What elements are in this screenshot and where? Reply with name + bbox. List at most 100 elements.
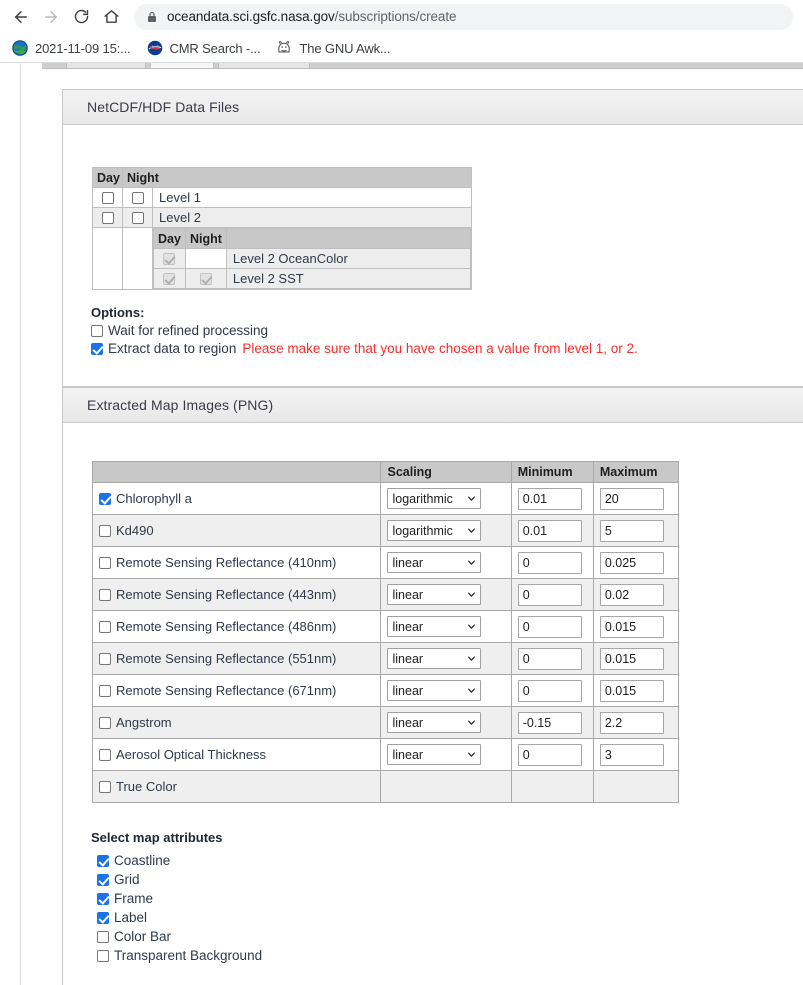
nested-header-row: Day Night <box>153 228 472 249</box>
checkbox-aerosol-optical-thickness[interactable] <box>99 748 111 761</box>
checkbox-chlorophyll-a[interactable] <box>99 492 111 505</box>
input-min-angstrom[interactable] <box>517 711 582 734</box>
checkbox-color-bar[interactable] <box>97 930 109 943</box>
input-min-rrs-443nm[interactable] <box>517 583 582 606</box>
checkbox-kd490[interactable] <box>99 524 111 537</box>
input-min-rrs-671nm[interactable] <box>517 679 582 702</box>
checkbox-grid[interactable] <box>97 873 109 886</box>
cell-scaling: linear <box>380 546 512 579</box>
cell-param-name: Remote Sensing Reflectance (551nm) <box>91 642 382 675</box>
input-max-aerosol-optical-thickness[interactable] <box>599 743 664 766</box>
back-button[interactable] <box>6 2 36 32</box>
forward-button[interactable] <box>36 2 66 32</box>
select-scaling-aerosol-optical-thickness[interactable]: linear <box>387 744 482 765</box>
checkbox-coastline[interactable] <box>97 854 109 867</box>
checkbox-angstrom[interactable] <box>99 716 111 729</box>
checkbox-rrs-671nm[interactable] <box>99 684 111 697</box>
table-row: Remote Sensing Reflectance (551nm) linea… <box>91 642 680 675</box>
label-level2-oceancolor: Level 2 OceanColor <box>225 248 472 269</box>
tab-viirs[interactable]: VIIRS <box>150 63 214 68</box>
checkbox-rrs-443nm[interactable] <box>99 588 111 601</box>
input-min-rrs-551nm[interactable] <box>517 647 582 670</box>
select-scaling-rrs-551nm[interactable]: linear <box>387 648 482 669</box>
level2-sub-table: Day Night Level 2 OceanColor Level 2 SST <box>153 228 472 289</box>
nested-col-header-day: Day <box>153 228 186 249</box>
table-row: Remote Sensing Reflectance (486nm) linea… <box>91 610 680 643</box>
checkbox-transparent-background[interactable] <box>97 949 109 962</box>
checkbox-extract-data-to-region[interactable] <box>91 342 103 355</box>
input-min-rrs-486nm[interactable] <box>517 615 582 638</box>
lock-icon <box>148 11 156 22</box>
input-max-rrs-486nm[interactable] <box>599 615 664 638</box>
url-path: /subscriptions/create <box>334 9 457 24</box>
cell-level2-day <box>92 207 123 228</box>
cell-param-name: Remote Sensing Reflectance (410nm) <box>91 546 382 579</box>
cell-maximum <box>592 642 680 675</box>
map-parameters-table: Scaling Minimum Maximum Chlorophyll a lo… <box>91 461 680 803</box>
tab-strip: About VIIRS SEAVIIRS <box>42 63 803 69</box>
panel-map-header[interactable]: Extracted Map Images (PNG) <box>63 388 803 423</box>
select-scaling-kd490[interactable]: logarithmic <box>387 520 482 541</box>
reload-button[interactable] <box>66 2 96 32</box>
cell-minimum <box>510 514 594 547</box>
label-angstrom: Angstrom <box>116 715 172 730</box>
checkbox-frame[interactable] <box>97 892 109 905</box>
table-row: True Color <box>91 770 680 803</box>
checkbox-label[interactable] <box>97 911 109 924</box>
checkbox-wait-refined-processing[interactable] <box>91 324 103 337</box>
map-attributes-block: Select map attributes Coastline Grid Fra… <box>91 830 262 967</box>
table-row: Angstrom linear <box>91 706 680 739</box>
nested-col-header-night: Night <box>184 228 227 249</box>
label-rrs-486nm: Remote Sensing Reflectance (486nm) <box>116 619 337 634</box>
input-max-chlorophyll-a[interactable] <box>599 487 664 510</box>
checkbox-level2-day[interactable] <box>101 212 114 224</box>
input-max-rrs-671nm[interactable] <box>599 679 664 702</box>
url-domain: oceandata.sci.gsfc.nasa.gov <box>167 9 335 24</box>
gnu-favicon <box>278 40 291 53</box>
select-scaling-rrs-443nm[interactable]: linear <box>387 584 482 605</box>
input-max-rrs-410nm[interactable] <box>599 551 664 574</box>
select-scaling-chlorophyll-a[interactable]: logarithmic <box>387 488 482 509</box>
checkbox-level1-night[interactable] <box>131 192 144 204</box>
bookmark-label: CMR Search -... <box>169 40 261 56</box>
select-scaling-angstrom[interactable]: linear <box>387 712 482 733</box>
input-min-aerosol-optical-thickness[interactable] <box>517 743 582 766</box>
table-row-level1: Level 1 <box>92 187 472 208</box>
cell-sst-night <box>184 268 227 289</box>
checkbox-level2-night[interactable] <box>131 212 144 224</box>
table-row: Aerosol Optical Thickness linear <box>91 738 680 771</box>
cell-spacer-day <box>92 227 123 290</box>
tab-about[interactable]: About <box>66 63 146 68</box>
input-max-kd490[interactable] <box>599 519 664 542</box>
bookmark-item[interactable]: The GNU Awk... <box>270 36 396 60</box>
panel-netcdf-title: NetCDF/HDF Data Files <box>87 99 240 115</box>
input-min-chlorophyll-a[interactable] <box>517 487 582 510</box>
select-scaling-rrs-671nm[interactable]: linear <box>387 680 482 701</box>
checkbox-rrs-410nm[interactable] <box>99 556 111 569</box>
bookmark-item[interactable]: 2021-11-09 15:... <box>6 36 137 60</box>
browser-chrome: oceandata.sci.gsfc.nasa.gov/subscription… <box>0 0 803 63</box>
bookmark-item[interactable]: CMR Search -... <box>141 36 267 60</box>
cell-minimum <box>510 546 594 579</box>
select-scaling-rrs-486nm[interactable]: linear <box>387 616 482 637</box>
select-scaling-rrs-410nm[interactable]: linear <box>387 552 482 573</box>
input-max-rrs-443nm[interactable] <box>599 583 664 606</box>
checkbox-rrs-486nm[interactable] <box>99 620 111 633</box>
address-bar[interactable]: oceandata.sci.gsfc.nasa.gov/subscription… <box>134 3 793 30</box>
input-min-rrs-410nm[interactable] <box>517 551 582 574</box>
panel-netcdf-header[interactable]: NetCDF/HDF Data Files <box>63 90 803 125</box>
cell-maximum-empty <box>592 770 680 803</box>
option-wait-refined-label: Wait for refined processing <box>108 323 269 338</box>
input-max-rrs-551nm[interactable] <box>599 647 664 670</box>
input-min-kd490[interactable] <box>517 519 582 542</box>
option-extract-region-label: Extract data to region <box>108 341 237 356</box>
checkbox-level1-day[interactable] <box>101 192 114 204</box>
table-row-level2-sst: Level 2 SST <box>153 268 472 289</box>
checkbox-rrs-551nm[interactable] <box>99 652 111 665</box>
tab-seaviirs[interactable]: SEAVIIRS <box>218 63 310 68</box>
home-button[interactable] <box>96 2 126 32</box>
input-max-angstrom[interactable] <box>599 711 664 734</box>
cell-spacer-night <box>122 227 153 290</box>
checkbox-true-color[interactable] <box>99 780 111 793</box>
label-rrs-443nm: Remote Sensing Reflectance (443nm) <box>116 587 337 602</box>
